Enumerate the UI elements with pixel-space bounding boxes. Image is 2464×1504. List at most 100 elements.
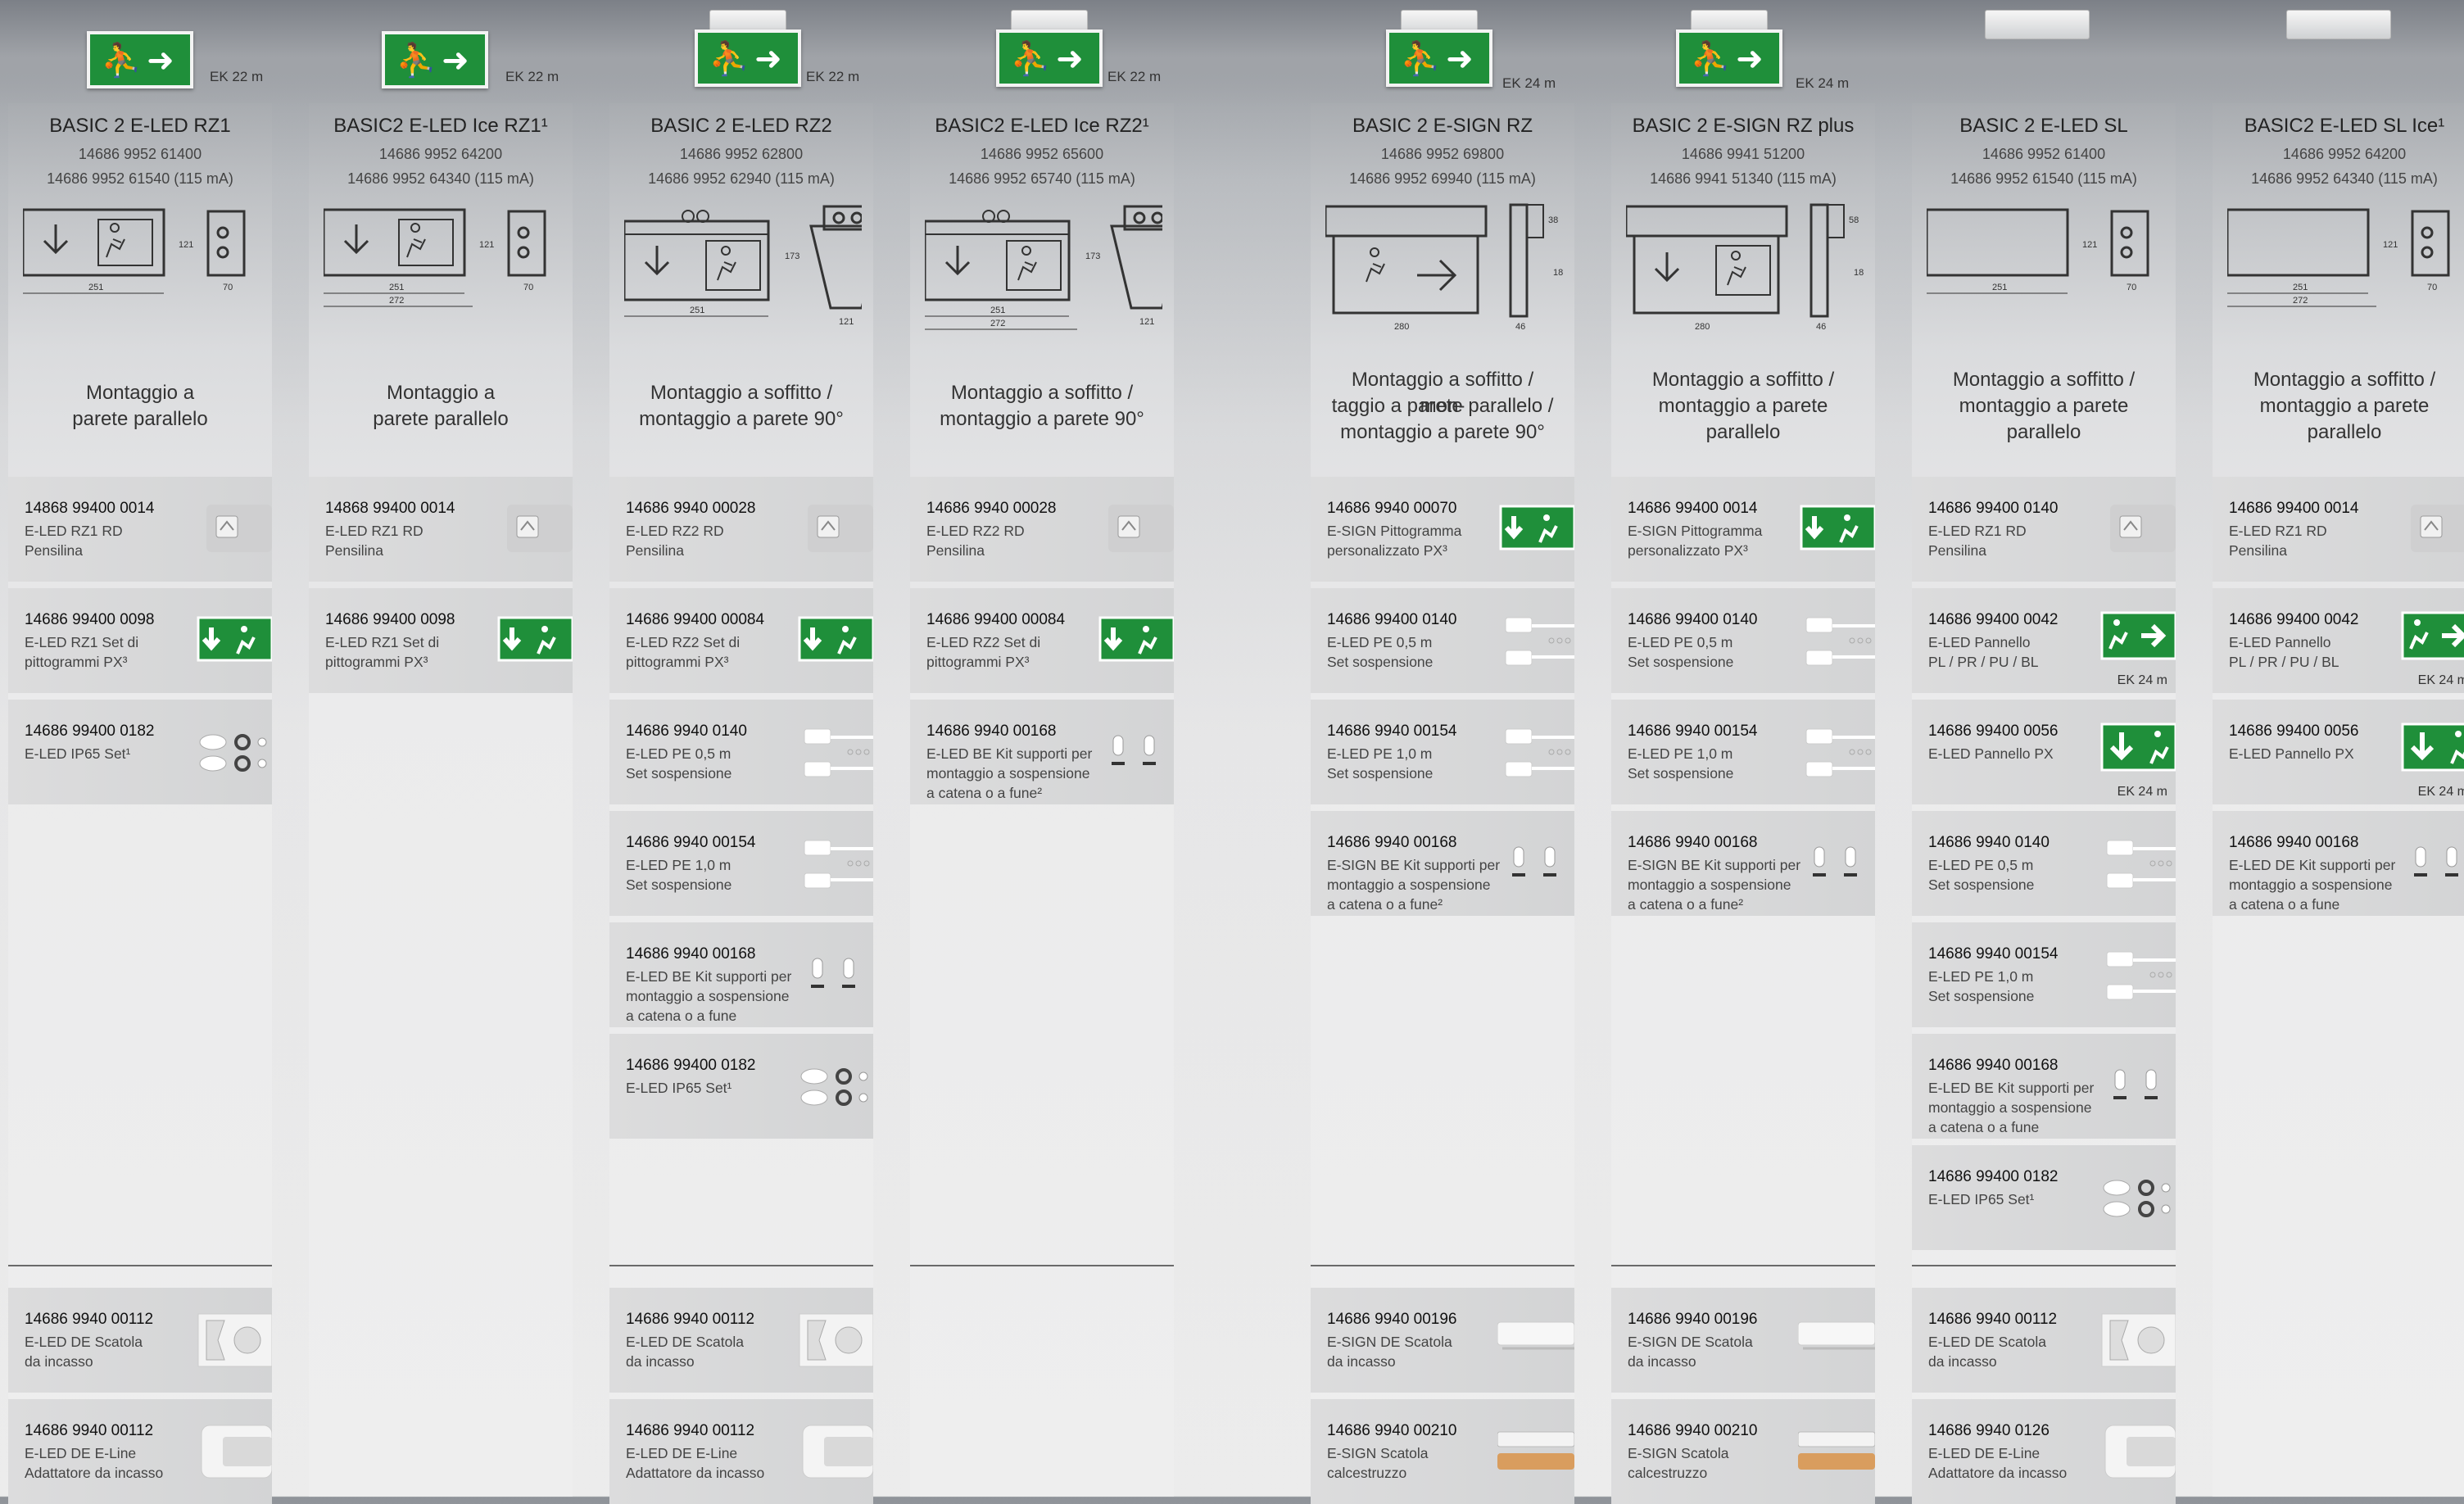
concrete-box-icon	[1797, 1417, 1875, 1486]
accessory-row[interactable]: 14686 9940 00112 E-LED DE E-Line Adattator…	[8, 1399, 272, 1504]
accessory-row[interactable]: 14686 9940 0140 E-LED PE 0,5 m Set sospens…	[609, 700, 873, 804]
pictogram-icon	[1497, 495, 1574, 564]
accessory-text: 14686 99400 0014 E-SIGN Pittogramma person…	[1628, 500, 1804, 560]
mounting-type: parallelo	[2307, 421, 2382, 443]
accessory-row[interactable]: 14686 99400 0014 E-LED RZ1 RD Pensilina	[2213, 477, 2464, 582]
accessory-row[interactable]: 14686 99400 0042 E-LED Pannello PL / PR / …	[2213, 588, 2464, 693]
accessory-row[interactable]: 14686 9940 00112 E-LED DE E-Line Adattator…	[609, 1399, 873, 1504]
article-code: 14686 9952 62800	[679, 146, 804, 162]
accessory-description: da incasso	[626, 1353, 695, 1370]
accessory-row[interactable]: 14686 99400 0140 E-LED RZ1 RD Pensilina	[1912, 477, 2176, 582]
accessory-row[interactable]: 14686 9940 00168 E-LED BE Kit supporti pe…	[609, 922, 873, 1027]
accessory-row[interactable]: 14686 99400 00084 E-LED RZ2 Set di pittogr…	[609, 588, 873, 693]
accessory-text: 14686 99400 0042 E-LED Pannello PL / PR / …	[1928, 611, 2104, 672]
accessory-row[interactable]: 14686 9940 00028 E-LED RZ2 RD Pensilina	[910, 477, 1174, 582]
accessory-row[interactable]: 14868 99400 0014 E-LED RZ1 RD Pensilina	[8, 477, 272, 582]
accessory-row[interactable]: 14686 9940 00070 E-SIGN Pittogramma person…	[1311, 477, 1574, 582]
accessory-description: da incasso	[25, 1353, 93, 1370]
accessory-row[interactable]: 14686 99400 0014 E-SIGN Pittogramma person…	[1611, 477, 1875, 582]
accessory-description: Pensilina	[25, 542, 84, 559]
accessory-row[interactable]: 14686 99400 0182 E-LED IP65 Set¹	[1912, 1145, 2176, 1250]
exit-sign-icon: ⛹➜	[1386, 29, 1492, 87]
accessory-description: E-LED IP65 Set¹	[1928, 1191, 2035, 1207]
accessory-row[interactable]: 14686 99400 00084 E-LED RZ2 Set di pittogr…	[910, 588, 1174, 693]
recess-adapter-icon	[796, 1417, 873, 1486]
accessory-row[interactable]: 14686 9940 00168 E-LED DE Kit supporti pe…	[2213, 811, 2464, 916]
article-code: 14686 9952 61540 (115 mA)	[47, 170, 233, 187]
accessory-row[interactable]: 14686 9940 00196 E-SIGN DE Scatola da inca…	[1311, 1288, 1574, 1393]
accessory-row[interactable]: 14686 99400 0098 E-LED RZ1 Set di pittogra…	[309, 588, 573, 693]
accessory-row[interactable]: 14686 9940 00168 E-SIGN BE Kit supporti p…	[1311, 811, 1574, 916]
ek-range-label: EK 24 m	[2417, 785, 2464, 799]
accessory-description: E-LED RZ2 RD	[626, 523, 724, 539]
svg-text:251: 251	[88, 283, 103, 292]
accessory-code: 14686 99400 0042	[2229, 611, 2359, 628]
section-divider	[1611, 1265, 1875, 1266]
accessory-row[interactable]: 14686 9940 00168 E-LED BE Kit supporti pe…	[910, 700, 1174, 804]
mounting-type: montaggio a parete 90°	[639, 408, 844, 430]
accessory-text: 14686 99400 0182 E-LED IP65 Set¹	[1928, 1168, 2104, 1209]
accessory-row[interactable]: 14686 9940 00154 E-LED PE 1,0 m Set sospen…	[1912, 922, 2176, 1027]
accessory-row[interactable]: 14686 99400 0182 E-LED IP65 Set¹	[8, 700, 272, 804]
accessory-row[interactable]: 14686 9940 00112 E-LED DE Scatola da incas…	[609, 1288, 873, 1393]
accessory-code: 14686 99400 0098	[325, 611, 455, 628]
accessory-text: 14686 9940 00210 E-SIGN Scatola calcestruz…	[1628, 1422, 1804, 1483]
technical-drawing: 280 46 188 38	[1324, 202, 1568, 341]
accessory-row[interactable]: 14686 9940 00168 E-LED BE Kit supporti pe…	[1912, 1034, 2176, 1139]
accessory-code: 14686 9940 00070	[1327, 500, 1457, 517]
panel-down-icon	[2399, 718, 2464, 786]
accessory-description: E-LED DE Scatola	[25, 1334, 143, 1350]
ek-range-label: EK 22 m	[210, 69, 264, 84]
ceiling-mount	[2286, 10, 2391, 39]
accessory-row[interactable]: 14686 99400 0056 E-LED Pannello PX EK 24 m	[1912, 700, 2176, 804]
accessory-row[interactable]: 14686 9940 00210 E-SIGN Scatola calcestruz…	[1311, 1399, 1574, 1504]
svg-text:58: 58	[1849, 215, 1859, 225]
accessory-row[interactable]: 14686 9940 00112 E-LED DE Scatola da incas…	[8, 1288, 272, 1393]
accessory-row[interactable]: 14868 99400 0014 E-LED RZ1 RD Pensilina	[309, 477, 573, 582]
accessory-row[interactable]: 14686 9940 00210 E-SIGN Scatola calcestruz…	[1611, 1399, 1875, 1504]
section-divider	[1912, 1265, 2176, 1266]
accessory-row[interactable]: 14686 9940 00112 E-LED DE Scatola da incas…	[1912, 1288, 2176, 1393]
accessory-row[interactable]: 14686 99400 0056 E-LED Pannello PX EK 24 m	[2213, 700, 2464, 804]
accessory-text: 14686 9940 00210 E-SIGN Scatola calcestruz…	[1327, 1422, 1503, 1483]
canopy-icon	[2099, 495, 2176, 564]
accessory-row[interactable]: 14686 99400 0140 E-LED PE 0,5 m Set sospen…	[1611, 588, 1875, 693]
accessory-description: Set sospensione	[626, 765, 732, 781]
accessory-text: 14686 9940 00168 E-LED BE Kit supporti pe…	[626, 945, 802, 1026]
accessory-row[interactable]: 14686 9940 0140 E-LED PE 0,5 m Set sospens…	[1912, 811, 2176, 916]
accessory-row[interactable]: 14686 9940 0126 E-LED DE E-Line Adattatore…	[1912, 1399, 2176, 1504]
accessory-row[interactable]: 14686 9940 00196 E-SIGN DE Scatola da inca…	[1611, 1288, 1875, 1393]
suspension-icon	[1497, 718, 1574, 786]
article-code: 14686 9952 64340 (115 mA)	[347, 170, 534, 187]
concrete-box-icon	[1497, 1417, 1574, 1486]
accessory-row[interactable]: 14686 9940 00168 E-SIGN BE Kit supporti p…	[1611, 811, 1875, 916]
accessory-description: E-SIGN BE Kit supporti per	[1327, 857, 1501, 873]
accessory-row[interactable]: 14686 99400 0182 E-LED IP65 Set¹	[609, 1034, 873, 1139]
accessory-text: 14686 99400 0182 E-LED IP65 Set¹	[626, 1057, 802, 1098]
accessory-code: 14686 9940 00210	[1327, 1422, 1457, 1439]
accessory-code: 14686 99400 0042	[1928, 611, 2059, 628]
svg-text:121: 121	[479, 240, 494, 250]
accessory-code: 14686 99400 0140	[1628, 611, 1758, 628]
accessory-description: E-LED RZ1 Set di	[325, 634, 440, 650]
accessory-description: Set sospensione	[1928, 877, 2035, 893]
accessory-row[interactable]: 14686 9940 00028 E-LED RZ2 RD Pensilina	[609, 477, 873, 582]
accessory-row[interactable]: 14686 99400 0140 E-LED PE 0,5 m Set sospen…	[1311, 588, 1574, 693]
accessory-row[interactable]: 14686 99400 0098 E-LED RZ1 Set di pittogra…	[8, 588, 272, 693]
article-code: 14686 9952 69800	[1380, 146, 1505, 162]
accessory-description: calcestruzzo	[1327, 1465, 1407, 1481]
accessory-description: E-LED PE 0,5 m	[1628, 634, 1733, 650]
article-code: 14686 9952 61400	[1982, 146, 2106, 162]
accessory-code: 14868 99400 0014	[325, 500, 455, 517]
accessory-description: E-LED RZ1 RD	[1928, 523, 2027, 539]
accessory-row[interactable]: 14686 9940 00154 E-LED PE 1,0 m Set sospen…	[1611, 700, 1875, 804]
section-divider	[910, 1265, 1174, 1266]
technical-drawing: 251 121 70	[1925, 202, 2164, 341]
accessory-row[interactable]: 14686 99400 0042 E-LED Pannello PL / PR / …	[1912, 588, 2176, 693]
svg-text:251: 251	[389, 283, 404, 292]
accessory-row[interactable]: 14686 9940 00154 E-LED PE 1,0 m Set sospen…	[609, 811, 873, 916]
accessory-text: 14686 9940 00028 E-LED RZ2 RD Pensilina	[926, 500, 1103, 560]
recessed-box-icon	[796, 1306, 873, 1375]
accessory-row[interactable]: 14686 9940 00154 E-LED PE 1,0 m Set sospen…	[1311, 700, 1574, 804]
canopy-icon	[1097, 495, 1174, 564]
